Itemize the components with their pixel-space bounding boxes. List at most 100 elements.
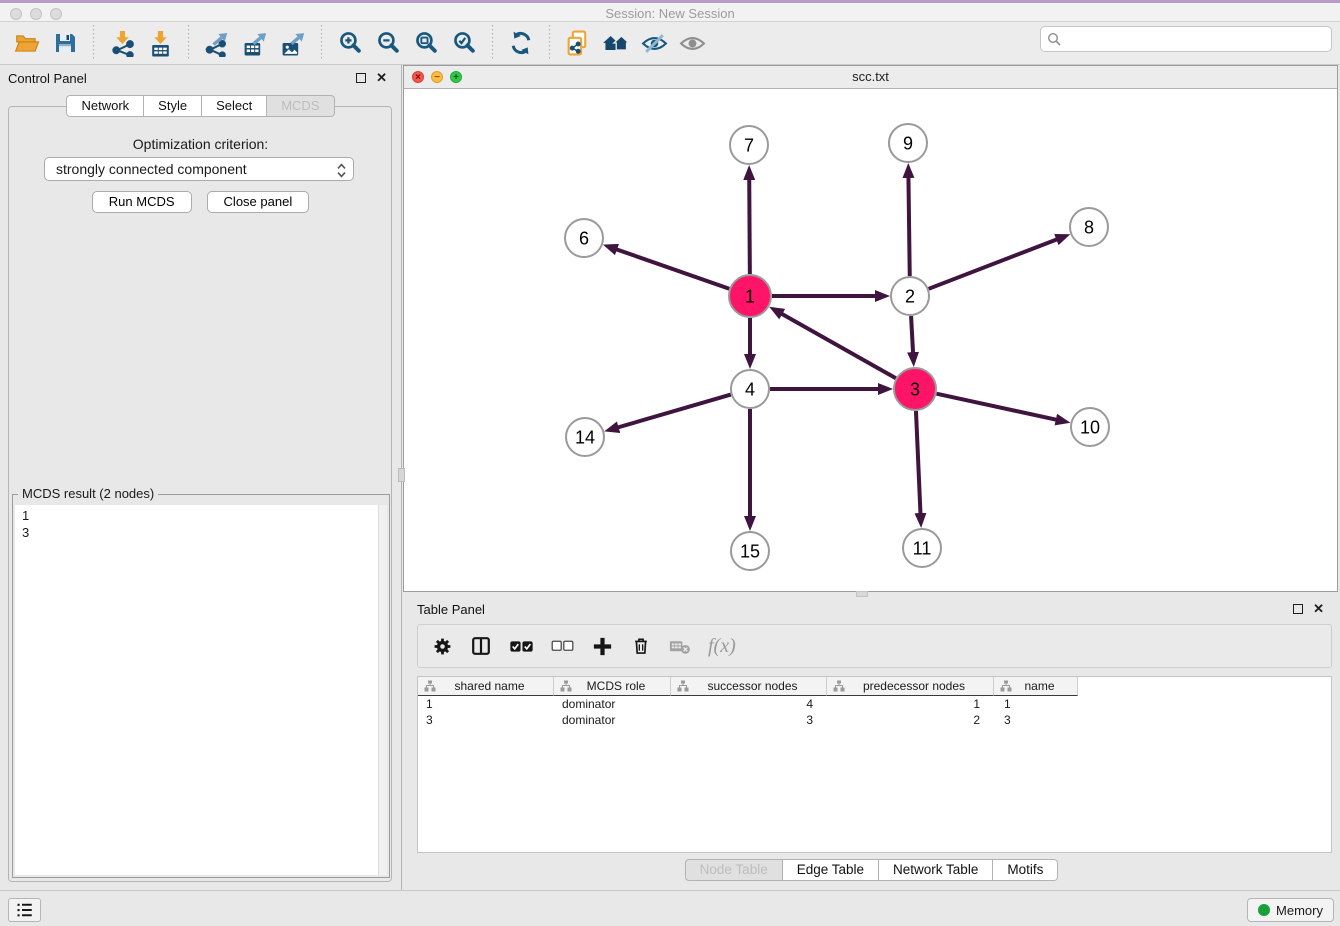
export-table-icon[interactable] bbox=[239, 26, 271, 60]
control-panel-close-icon[interactable]: ✕ bbox=[376, 73, 387, 83]
column-header[interactable]: shared name bbox=[418, 677, 554, 696]
main-toolbar bbox=[0, 22, 1340, 65]
column-visibility-icon[interactable] bbox=[470, 635, 492, 657]
run-mcds-button[interactable]: Run MCDS bbox=[92, 191, 192, 213]
graph-edge[interactable] bbox=[618, 395, 731, 428]
task-history-button[interactable] bbox=[8, 898, 41, 922]
graph-node[interactable]: 9 bbox=[889, 124, 927, 162]
column-header[interactable]: predecessor nodes bbox=[827, 677, 994, 696]
graph-edge[interactable] bbox=[749, 179, 750, 274]
tab-edge-table[interactable]: Edge Table bbox=[783, 859, 879, 881]
network-graph[interactable]: 7 9 6 8 1 2 4 3 14 10 15 11 bbox=[404, 89, 1337, 591]
zoom-selected-icon[interactable] bbox=[448, 26, 480, 60]
tab-select[interactable]: Select bbox=[202, 95, 267, 117]
graph-edge[interactable] bbox=[936, 394, 1056, 420]
table-cell[interactable]: dominator bbox=[554, 696, 671, 712]
column-header[interactable]: MCDS role bbox=[554, 677, 671, 696]
add-column-icon[interactable] bbox=[591, 635, 614, 658]
column-header[interactable]: name bbox=[994, 677, 1078, 696]
close-panel-button[interactable]: Close panel bbox=[207, 191, 310, 213]
memory-status-icon bbox=[1258, 904, 1270, 916]
graph-node[interactable]: 4 bbox=[731, 370, 769, 408]
network-window-titlebar[interactable]: × − + scc.txt bbox=[404, 66, 1337, 89]
mcds-result-textarea[interactable]: 1 3 bbox=[15, 505, 387, 875]
graph-edge[interactable] bbox=[916, 411, 921, 514]
table-cell[interactable]: 3 bbox=[671, 712, 827, 728]
graph-edge[interactable] bbox=[908, 177, 909, 276]
tab-motifs[interactable]: Motifs bbox=[993, 859, 1058, 881]
graph-edge[interactable] bbox=[781, 314, 895, 379]
table-header-row: shared nameMCDS rolesuccessor nodesprede… bbox=[418, 677, 1331, 696]
graph-node[interactable]: 14 bbox=[566, 418, 604, 456]
table-cell[interactable]: 1 bbox=[994, 696, 1078, 712]
control-panel-float-icon[interactable] bbox=[356, 73, 366, 83]
graph-node[interactable]: 1 bbox=[729, 275, 771, 317]
network-window-minimize-icon[interactable]: − bbox=[431, 71, 443, 83]
tab-node-table[interactable]: Node Table bbox=[685, 859, 783, 881]
table-cell[interactable]: 1 bbox=[418, 696, 554, 712]
column-header[interactable]: successor nodes bbox=[671, 677, 827, 696]
graph-edge[interactable] bbox=[616, 249, 729, 289]
graph-node[interactable]: 8 bbox=[1070, 208, 1108, 246]
table-cell[interactable]: 3 bbox=[994, 712, 1078, 728]
export-image-icon[interactable] bbox=[277, 26, 309, 60]
search-box[interactable] bbox=[1040, 26, 1332, 52]
graph-node[interactable]: 6 bbox=[565, 219, 603, 257]
horizontal-splitter-handle[interactable] bbox=[856, 591, 868, 597]
table-row[interactable]: 3dominator323 bbox=[418, 712, 1331, 728]
search-input[interactable] bbox=[1065, 31, 1325, 48]
column-type-icon bbox=[833, 680, 845, 692]
table-panel-float-icon[interactable] bbox=[1293, 604, 1303, 614]
import-network-icon[interactable] bbox=[106, 26, 138, 60]
table-cell[interactable]: 4 bbox=[671, 696, 827, 712]
graph-node[interactable]: 7 bbox=[730, 126, 768, 164]
table-cell[interactable]: 1 bbox=[827, 696, 994, 712]
refresh-view-icon[interactable] bbox=[505, 26, 537, 60]
duplicate-network-icon[interactable] bbox=[562, 26, 594, 60]
table-cell[interactable]: 2 bbox=[827, 712, 994, 728]
show-all-icon[interactable] bbox=[676, 26, 708, 60]
table-panel-close-icon[interactable]: ✕ bbox=[1313, 604, 1324, 614]
graph-node[interactable]: 15 bbox=[731, 532, 769, 570]
memory-button[interactable]: Memory bbox=[1247, 898, 1334, 922]
tab-network-table[interactable]: Network Table bbox=[879, 859, 993, 881]
table-row[interactable]: 1dominator411 bbox=[418, 696, 1331, 712]
zoom-out-icon[interactable] bbox=[372, 26, 404, 60]
graph-node[interactable]: 10 bbox=[1071, 408, 1109, 446]
export-network-icon[interactable] bbox=[201, 26, 233, 60]
chevron-updown-icon bbox=[337, 162, 346, 184]
graph-node[interactable]: 2 bbox=[891, 277, 929, 315]
deselect-all-icon[interactable] bbox=[551, 640, 574, 652]
open-session-icon[interactable] bbox=[11, 26, 43, 60]
table-settings-icon[interactable] bbox=[432, 636, 453, 657]
delete-column-icon[interactable] bbox=[631, 635, 651, 657]
hide-selected-icon[interactable] bbox=[638, 26, 670, 60]
graph-edge[interactable] bbox=[929, 239, 1058, 289]
network-window-close-icon[interactable]: × bbox=[412, 71, 424, 83]
delete-table-icon[interactable] bbox=[668, 635, 691, 658]
save-session-icon[interactable] bbox=[49, 26, 81, 60]
column-type-icon bbox=[1000, 680, 1012, 692]
node-table: shared nameMCDS rolesuccessor nodesprede… bbox=[417, 676, 1332, 853]
apply-function-icon[interactable]: f(x) bbox=[708, 635, 736, 658]
graph-node[interactable]: 11 bbox=[903, 529, 941, 567]
network-canvas[interactable]: 7 9 6 8 1 2 4 3 14 10 15 11 bbox=[404, 89, 1337, 591]
criterion-select[interactable]: strongly connected component bbox=[44, 157, 354, 181]
import-table-icon[interactable] bbox=[144, 26, 176, 60]
select-all-icon[interactable] bbox=[509, 640, 534, 653]
table-cell[interactable]: dominator bbox=[554, 712, 671, 728]
graph-edge[interactable] bbox=[911, 316, 913, 353]
tab-network[interactable]: Network bbox=[66, 95, 144, 117]
network-window-maximize-icon[interactable]: + bbox=[450, 71, 462, 83]
tab-style[interactable]: Style bbox=[144, 95, 202, 117]
table-cell[interactable]: 3 bbox=[418, 712, 554, 728]
vertical-splitter-handle[interactable] bbox=[398, 468, 405, 482]
tab-mcds[interactable]: MCDS bbox=[267, 95, 334, 117]
graph-node[interactable]: 3 bbox=[894, 368, 936, 410]
zoom-in-icon[interactable] bbox=[334, 26, 366, 60]
control-panel: Control Panel ✕ NetworkStyleSelectMCDS O… bbox=[0, 65, 402, 890]
zoom-fit-icon[interactable] bbox=[410, 26, 442, 60]
result-scrollbar[interactable] bbox=[378, 505, 387, 875]
first-neighbors-icon[interactable] bbox=[600, 26, 632, 60]
window-title: Session: New Session bbox=[0, 5, 1340, 23]
